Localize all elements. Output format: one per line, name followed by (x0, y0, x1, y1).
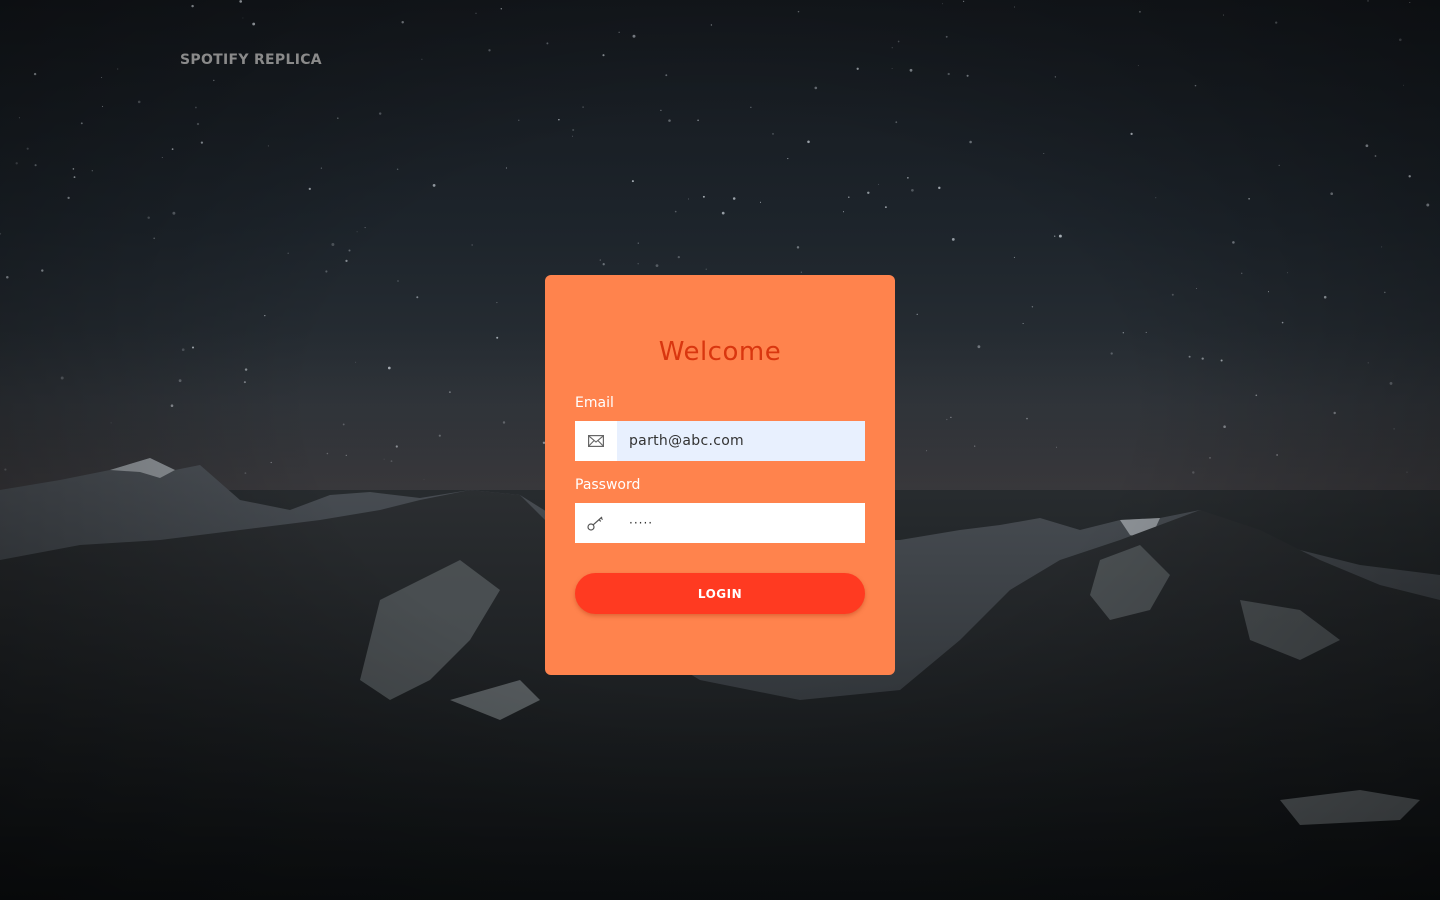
welcome-title: Welcome (658, 337, 782, 367)
brand-logo-text[interactable]: SPOTIFY REPLICA (180, 52, 322, 68)
key-icon (575, 503, 617, 543)
password-field[interactable]: ····· (575, 503, 865, 543)
email-input[interactable]: parth@abc.com (617, 421, 865, 461)
email-field[interactable]: parth@abc.com (575, 421, 865, 461)
login-button[interactable]: LOGIN (575, 573, 865, 614)
password-input[interactable]: ····· (617, 503, 865, 543)
email-label: Email (575, 395, 614, 411)
envelope-icon (575, 421, 617, 461)
password-label: Password (575, 477, 641, 493)
login-card: Welcome Email parth@abc.com Password ···… (545, 275, 895, 675)
